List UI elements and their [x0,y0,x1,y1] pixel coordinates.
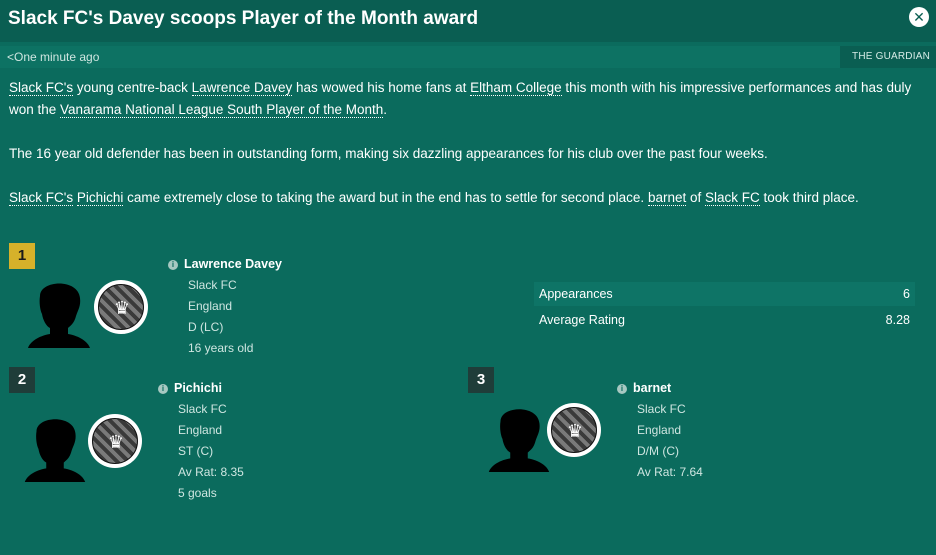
source-badge: THE GUARDIAN [840,46,936,68]
club-crest-icon: ♛ [547,403,601,457]
player-name: Lawrence Davey [184,257,282,271]
player-position: D (LC) [188,320,224,334]
club-crest-icon: ♛ [94,280,148,334]
info-icon: i [617,384,627,394]
rank-badge-3: 3 [468,367,494,393]
club-link[interactable]: Slack FC [704,190,760,206]
player-club: Slack FC [188,278,237,292]
player-nation: England [188,299,233,313]
player-rating: Av Rat: 8.35 [178,465,244,479]
player-position: D/M (C) [637,444,679,458]
player-link[interactable]: Lawrence Davey [191,80,293,96]
article-body: Slack FC's young centre-back Lawrence Da… [9,77,925,231]
stat-label: Average Rating [539,313,625,327]
news-header: Slack FC's Davey scoops Player of the Mo… [0,0,936,42]
player-club: Slack FC [178,402,227,416]
player-nation: England [637,423,682,437]
player-club: Slack FC [637,402,686,416]
article-text: . [383,102,388,117]
article-text: of [686,190,705,205]
player-name-link[interactable]: i Pichichi [158,381,222,395]
back-timestamp-link[interactable]: <One minute ago [7,50,99,64]
article-paragraph: Slack FC's Pichichi came extremely close… [9,187,925,209]
player-rating: Av Rat: 7.64 [637,465,703,479]
player-name-link[interactable]: i barnet [617,381,671,395]
stat-value: 8.28 [885,313,910,327]
article-paragraph: Slack FC's young centre-back Lawrence Da… [9,77,925,121]
stat-label: Appearances [539,287,613,301]
club-link[interactable]: Slack FC's [9,190,74,206]
player-link[interactable]: Pichichi [76,190,124,206]
info-icon: i [158,384,168,394]
news-title: Slack FC's Davey scoops Player of the Mo… [8,8,479,29]
stadium-link[interactable]: Eltham College [470,80,562,96]
club-link[interactable]: Slack FC's [9,80,74,96]
article-text: has wowed his home fans at [292,80,471,95]
article-paragraph: The 16 year old defender has been in out… [9,146,768,161]
player-silhouette-icon [28,283,90,348]
player-name: Pichichi [174,381,222,395]
article-text: took third place. [759,190,859,205]
player-age: 16 years old [188,341,254,355]
player-link[interactable]: barnet [647,190,687,206]
player-nation: England [178,423,223,437]
award-link[interactable]: Vanarama National League South Player of… [60,102,384,118]
close-icon[interactable]: ✕ [909,7,929,27]
rank-badge-1: 1 [9,243,35,269]
player-name-link[interactable]: i Lawrence Davey [168,257,282,271]
player-silhouette-icon [488,409,550,472]
stats-row: Appearances 6 [534,282,915,306]
rank-badge-2: 2 [9,367,35,393]
player-position: ST (C) [178,444,214,458]
stats-row: Average Rating 8.28 [534,308,915,332]
player-silhouette-icon [24,419,86,482]
article-text: young centre-back [73,80,192,95]
article-text: came extremely close to taking the award… [123,190,648,205]
club-crest-icon: ♛ [88,414,142,468]
news-subheader: <One minute ago THE GUARDIAN [0,46,936,68]
stat-value: 6 [903,287,910,301]
player-name: barnet [633,381,672,395]
player-goals: 5 goals [178,486,217,500]
info-icon: i [168,260,178,270]
